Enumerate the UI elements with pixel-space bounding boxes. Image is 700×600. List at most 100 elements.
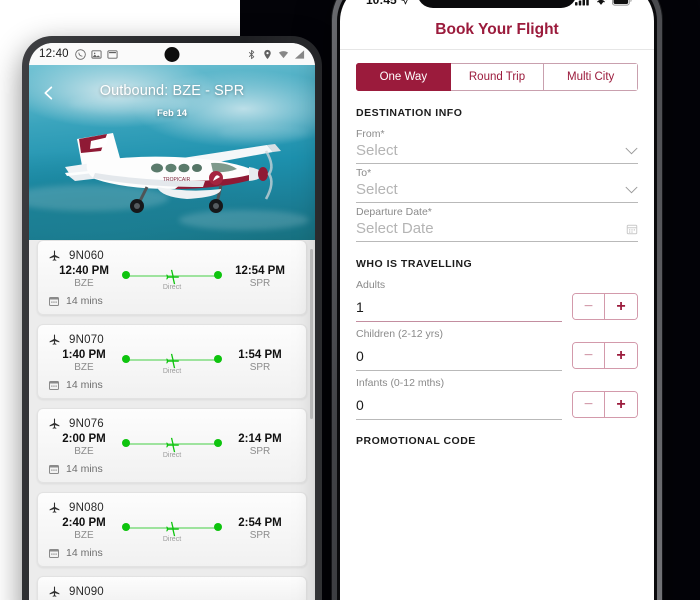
flight-card-header: 9N076	[48, 417, 296, 430]
android-status-right-icons	[246, 49, 305, 60]
flight-code: 9N070	[69, 333, 104, 346]
infants-row-wrapper: Infants (0-12 mths) 0 − +	[354, 377, 640, 420]
depart-time: 2:40 PM	[62, 517, 106, 529]
depart-airport: BZE	[74, 446, 94, 457]
calendar-icon	[49, 549, 59, 558]
calendar-icon	[49, 297, 59, 306]
departure-date-field[interactable]: Departure Date* Select Date	[356, 206, 638, 242]
calendar-icon[interactable]	[626, 223, 638, 235]
from-input-row[interactable]: Select	[356, 142, 638, 164]
children-increment-button[interactable]: +	[605, 343, 637, 368]
android-flight-list[interactable]: 9N060 12:40 PM BZE Direct 12:54 PM SPR 1…	[29, 240, 315, 600]
children-stepper[interactable]: − +	[572, 342, 638, 369]
to-input-row[interactable]: Select	[356, 181, 638, 203]
route-airplane-icon	[166, 521, 180, 537]
android-list-scrollbar[interactable]	[310, 249, 313, 419]
children-label: Children (2-12 yrs)	[356, 328, 443, 340]
infants-row: 0 − +	[356, 391, 638, 420]
from-field[interactable]: From* Select	[356, 128, 638, 164]
children-value-wrap[interactable]: 0	[356, 348, 562, 371]
airplane-icon	[49, 586, 60, 597]
iphone-bezel: 10:45 Book Your Flight One Way Round Tri…	[337, 0, 657, 600]
arrive-time: 2:14 PM	[238, 433, 282, 445]
flight-card-header: 9N080	[48, 501, 296, 514]
departure-date-label: Departure Date*	[356, 206, 432, 218]
depart-time: 12:40 PM	[59, 265, 109, 277]
depart-airport: BZE	[74, 278, 94, 289]
airplane-icon	[49, 502, 60, 513]
flight-card-route: 2:40 PM BZE Direct 2:54 PM SPR	[48, 517, 296, 545]
route-graphic: Direct	[120, 267, 224, 293]
to-value: Select	[356, 181, 398, 198]
flight-card[interactable]: 9N090	[37, 576, 307, 600]
route-airplane-icon	[166, 437, 180, 453]
arrive-block: 2:14 PM SPR	[224, 433, 296, 457]
flight-code: 9N080	[69, 501, 104, 514]
adults-row: 1 − +	[356, 293, 638, 322]
arrive-airport: SPR	[249, 446, 271, 457]
adults-stepper[interactable]: − +	[572, 293, 638, 320]
to-field[interactable]: To* Select	[356, 167, 638, 203]
infants-stepper[interactable]: − +	[572, 391, 638, 418]
children-input[interactable]: 0	[356, 348, 562, 371]
flight-card-footer: 14 mins	[48, 295, 296, 307]
chevron-down-icon[interactable]	[625, 186, 638, 194]
page-title: Book Your Flight	[435, 21, 559, 38]
flight-card-header: 9N090	[48, 585, 296, 598]
location-arrow-icon	[400, 0, 408, 5]
adults-value-wrap[interactable]: 1	[356, 299, 562, 322]
flight-card[interactable]: 9N080 2:40 PM BZE Direct 2:54 PM SPR 14 …	[37, 492, 307, 567]
android-screen: 12:40 Outbound: BZE - SPR Feb 14 TROPICA…	[29, 43, 315, 600]
arrive-time: 12:54 PM	[235, 265, 285, 277]
flight-card[interactable]: 9N070 1:40 PM BZE Direct 1:54 PM SPR 14 …	[37, 324, 307, 399]
android-status-left-icons	[75, 48, 118, 60]
airplane-icon	[49, 418, 60, 429]
chevron-down-icon[interactable]	[625, 147, 638, 155]
location-icon	[264, 49, 271, 59]
wifi-icon	[597, 0, 605, 5]
depart-block: 2:40 PM BZE	[48, 517, 120, 541]
children-decrement-button[interactable]: −	[573, 343, 605, 368]
trip-type-segmented-control[interactable]: One Way Round Trip Multi City	[356, 63, 638, 91]
calendar-icon	[49, 465, 59, 474]
bluetooth-icon	[248, 49, 255, 59]
tab-round-trip[interactable]: Round Trip	[450, 63, 545, 91]
arrive-block: 2:54 PM SPR	[224, 517, 296, 541]
infants-increment-button[interactable]: +	[605, 392, 637, 417]
route-dot-origin	[122, 439, 130, 447]
route-graphic: Direct	[120, 519, 224, 545]
iphone-screen: 10:45 Book Your Flight One Way Round Tri…	[340, 0, 654, 600]
adults-increment-button[interactable]: +	[605, 294, 637, 319]
arrive-time: 1:54 PM	[238, 349, 282, 361]
depart-time: 2:00 PM	[62, 433, 106, 445]
ios-status-right-icons	[575, 0, 632, 6]
depart-block: 1:40 PM BZE	[48, 349, 120, 373]
adults-input[interactable]: 1	[356, 299, 562, 322]
iphone-mockup: 10:45 Book Your Flight One Way Round Tri…	[332, 0, 662, 600]
android-camera-punchhole	[164, 47, 180, 62]
adults-decrement-button[interactable]: −	[573, 294, 605, 319]
route-airplane-icon	[166, 269, 180, 285]
route-dot-destination	[214, 439, 222, 447]
flight-card-header: 9N060	[48, 249, 296, 262]
infants-input[interactable]: 0	[356, 397, 562, 420]
flight-card[interactable]: 9N060 12:40 PM BZE Direct 12:54 PM SPR 1…	[37, 240, 307, 315]
depart-airport: BZE	[74, 530, 94, 541]
flight-card-footer: 14 mins	[48, 379, 296, 391]
flight-card[interactable]: 9N076 2:00 PM BZE Direct 2:14 PM SPR 14 …	[37, 408, 307, 483]
booking-form: Book Your Flight One Way Round Trip Mult…	[340, 12, 654, 447]
flight-code: 9N060	[69, 249, 104, 262]
image-icon	[91, 49, 102, 59]
depart-airport: BZE	[74, 362, 94, 373]
tab-one-way[interactable]: One Way	[356, 63, 451, 91]
departure-date-input-row[interactable]: Select Date	[356, 220, 638, 242]
battery-icon	[612, 0, 632, 6]
flight-duration: 14 mins	[66, 463, 103, 475]
android-header-title: Outbound: BZE - SPR	[99, 83, 245, 99]
android-header-date: Feb 14	[156, 108, 188, 119]
arrive-time: 2:54 PM	[238, 517, 282, 529]
infants-value-wrap[interactable]: 0	[356, 397, 562, 420]
route-dot-destination	[214, 523, 222, 531]
infants-decrement-button[interactable]: −	[573, 392, 605, 417]
tab-multi-city[interactable]: Multi City	[544, 63, 638, 91]
